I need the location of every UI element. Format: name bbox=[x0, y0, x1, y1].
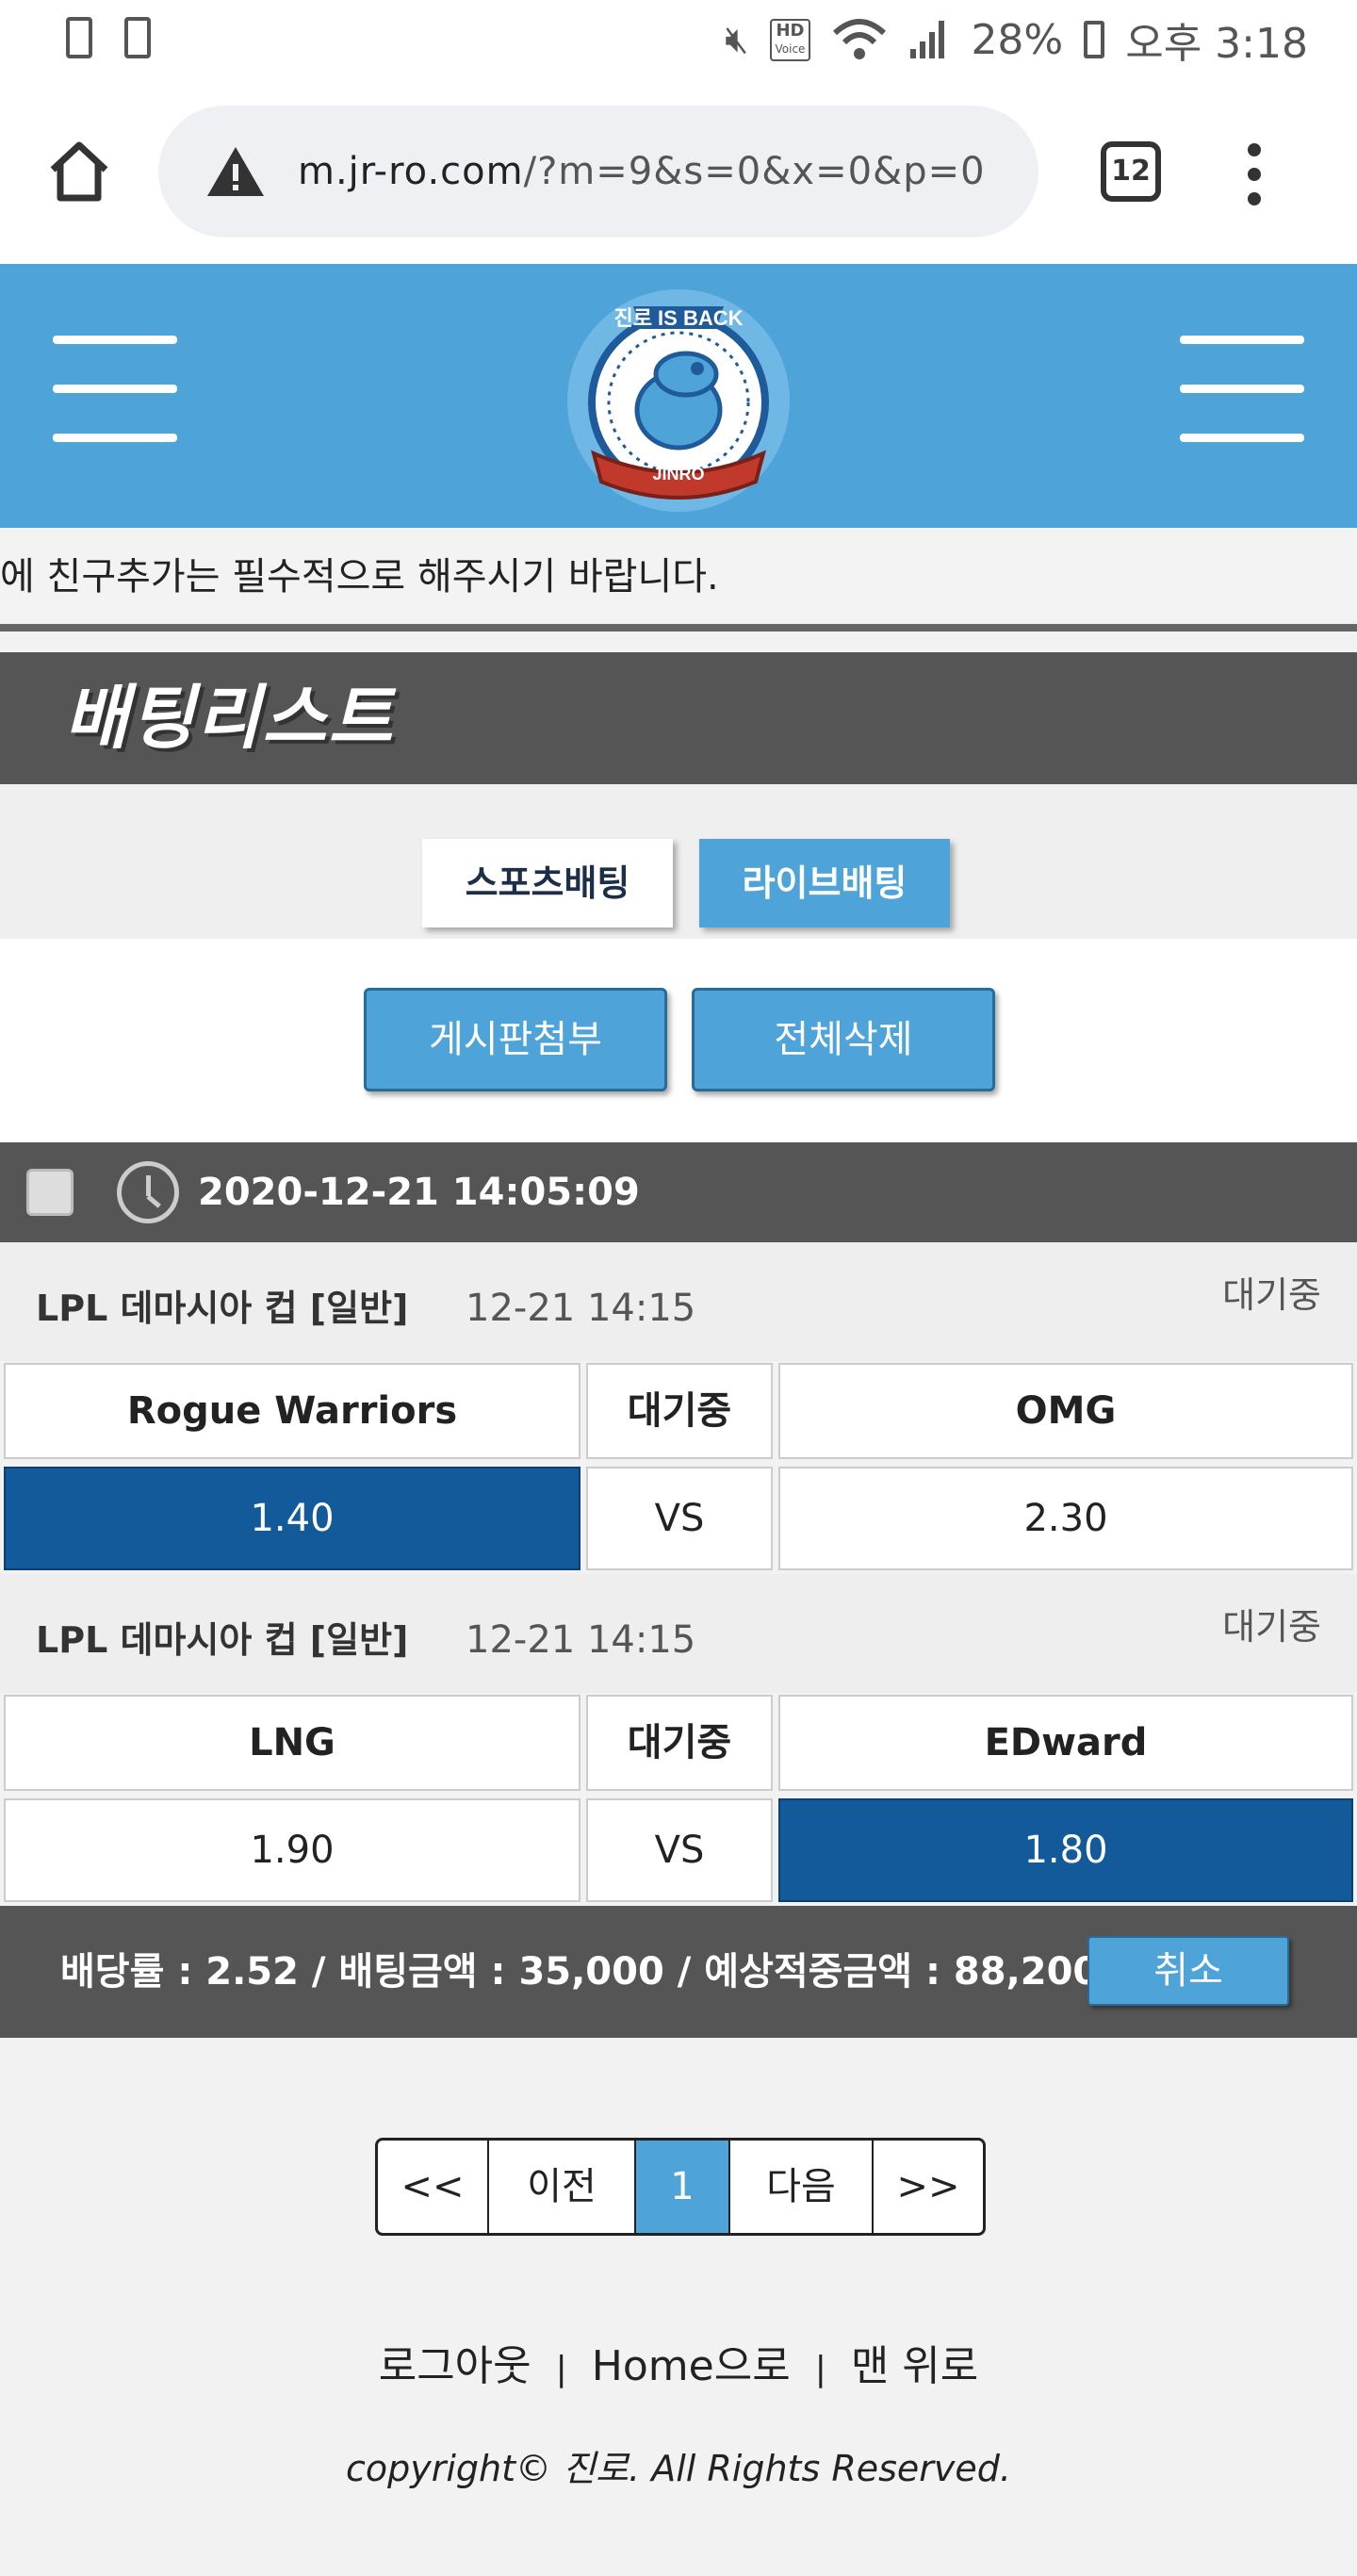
bet-summary: 배당률 : 2.52 / 배팅금액 : 35,000 / 예상적중금액 : 88… bbox=[60, 1950, 1100, 1994]
clock-icon bbox=[117, 1161, 179, 1223]
league-name: LPL 데마시아 컵 [일반] bbox=[36, 1288, 409, 1329]
next-page-button[interactable]: 다음 bbox=[730, 2141, 874, 2233]
back-to-top-link[interactable]: 맨 위로 bbox=[851, 2342, 978, 2390]
pagination: << 이전 1 다음 >> bbox=[375, 2138, 986, 2236]
left-menu-button[interactable] bbox=[53, 332, 177, 445]
away-odds[interactable]: 1.80 bbox=[778, 1798, 1353, 1902]
battery-percent: 28% bbox=[971, 15, 1064, 64]
hamburger-icon bbox=[1180, 385, 1304, 393]
logout-link[interactable]: 로그아웃 bbox=[379, 2342, 531, 2390]
clock-time: 오후 3:18 bbox=[1125, 20, 1308, 68]
battery-icon bbox=[1084, 21, 1105, 58]
battery-charge-icon bbox=[124, 17, 151, 58]
footer-links: 로그아웃 | Home으로 | 맨 위로 bbox=[0, 2332, 1357, 2392]
hamburger-icon bbox=[1180, 336, 1304, 344]
wifi-icon bbox=[833, 19, 887, 59]
attach-to-board-button[interactable]: 게시판첨부 bbox=[364, 988, 667, 1091]
delete-all-button[interactable]: 전체삭제 bbox=[692, 988, 995, 1091]
hamburger-icon bbox=[1180, 434, 1304, 442]
page-title: 배팅리스트 bbox=[64, 678, 395, 759]
right-menu-button[interactable] bbox=[1180, 332, 1304, 445]
status-right: 🔇︎ HD Voice 28% 오후 3:18 bbox=[725, 9, 1308, 70]
game-status: 대기중 bbox=[1222, 1606, 1321, 1648]
game-time: 12-21 14:15 bbox=[466, 1618, 696, 1662]
notice-marquee: 에 친구추가는 필수적으로 해주시기 바랍니다. bbox=[0, 528, 1357, 626]
first-page-button[interactable]: << bbox=[378, 2141, 489, 2233]
menu-dot-icon bbox=[1248, 168, 1261, 181]
hamburger-icon bbox=[53, 385, 177, 393]
bet-datetime: 2020-12-21 14:05:09 bbox=[198, 1171, 640, 1214]
action-area bbox=[0, 939, 1357, 1142]
separator: | bbox=[814, 2350, 826, 2388]
cancel-bet-button[interactable]: 취소 bbox=[1087, 1936, 1289, 2006]
away-team: EDward bbox=[778, 1695, 1353, 1791]
home-odds[interactable]: 1.90 bbox=[4, 1798, 580, 1902]
tab-sports-betting[interactable]: 스포츠배팅 bbox=[422, 839, 673, 927]
usb-icon bbox=[66, 17, 92, 58]
home-icon[interactable] bbox=[45, 138, 113, 205]
home-team: LNG bbox=[4, 1695, 580, 1791]
warning-icon[interactable] bbox=[205, 143, 266, 200]
hamburger-icon bbox=[53, 336, 177, 344]
away-odds[interactable]: 2.30 bbox=[778, 1467, 1353, 1570]
svg-text:진로 IS BACK: 진로 IS BACK bbox=[613, 306, 743, 330]
last-page-button[interactable]: >> bbox=[874, 2141, 983, 2233]
tab-area bbox=[0, 784, 1357, 939]
status-bar: 🔇︎ HD Voice 28% 오후 3:18 bbox=[0, 0, 1357, 79]
copyright: copyright© 진로. All Rights Reserved. bbox=[346, 2448, 1011, 2489]
prev-page-button[interactable]: 이전 bbox=[489, 2141, 636, 2233]
game-time: 12-21 14:15 bbox=[466, 1287, 696, 1330]
home-team: Rogue Warriors bbox=[4, 1363, 580, 1459]
browser-menu-button[interactable] bbox=[1240, 141, 1268, 209]
hd-voice-icon: HD Voice bbox=[769, 18, 811, 61]
frog-logo-icon: JINRO 진로 IS BACK bbox=[567, 289, 790, 512]
current-page[interactable]: 1 bbox=[636, 2141, 730, 2233]
away-team: OMG bbox=[778, 1363, 1353, 1459]
divider bbox=[0, 624, 1357, 632]
signal-icon bbox=[910, 21, 945, 58]
svg-text:JINRO: JINRO bbox=[652, 465, 704, 484]
league-name: LPL 데마시아 컵 [일반] bbox=[36, 1619, 409, 1661]
vs-label: VS bbox=[586, 1467, 773, 1570]
separator: | bbox=[555, 2350, 567, 2388]
menu-dot-icon bbox=[1248, 192, 1261, 205]
home-link[interactable]: Home으로 bbox=[592, 2342, 791, 2390]
home-odds[interactable]: 1.40 bbox=[4, 1467, 580, 1570]
site-logo[interactable]: JINRO 진로 IS BACK bbox=[547, 269, 810, 523]
bet-slip-checkbox[interactable] bbox=[26, 1169, 74, 1216]
game-status: 대기중 bbox=[1222, 1274, 1321, 1316]
url-text[interactable]: m.jr-ro.com/?m=9&s=0&x=0&p=0 bbox=[298, 106, 986, 238]
address-bar[interactable]: m.jr-ro.com/?m=9&s=0&x=0&p=0 bbox=[158, 106, 1038, 238]
tab-live-betting[interactable]: 라이브배팅 bbox=[699, 839, 950, 927]
tab-switcher-button[interactable]: 12 bbox=[1101, 141, 1161, 202]
hamburger-icon bbox=[53, 434, 177, 442]
vs-label: VS bbox=[586, 1798, 773, 1902]
menu-dot-icon bbox=[1248, 143, 1261, 156]
mute-icon: 🔇︎ bbox=[725, 18, 749, 61]
match-status: 대기중 bbox=[586, 1695, 773, 1791]
match-status: 대기중 bbox=[586, 1363, 773, 1459]
